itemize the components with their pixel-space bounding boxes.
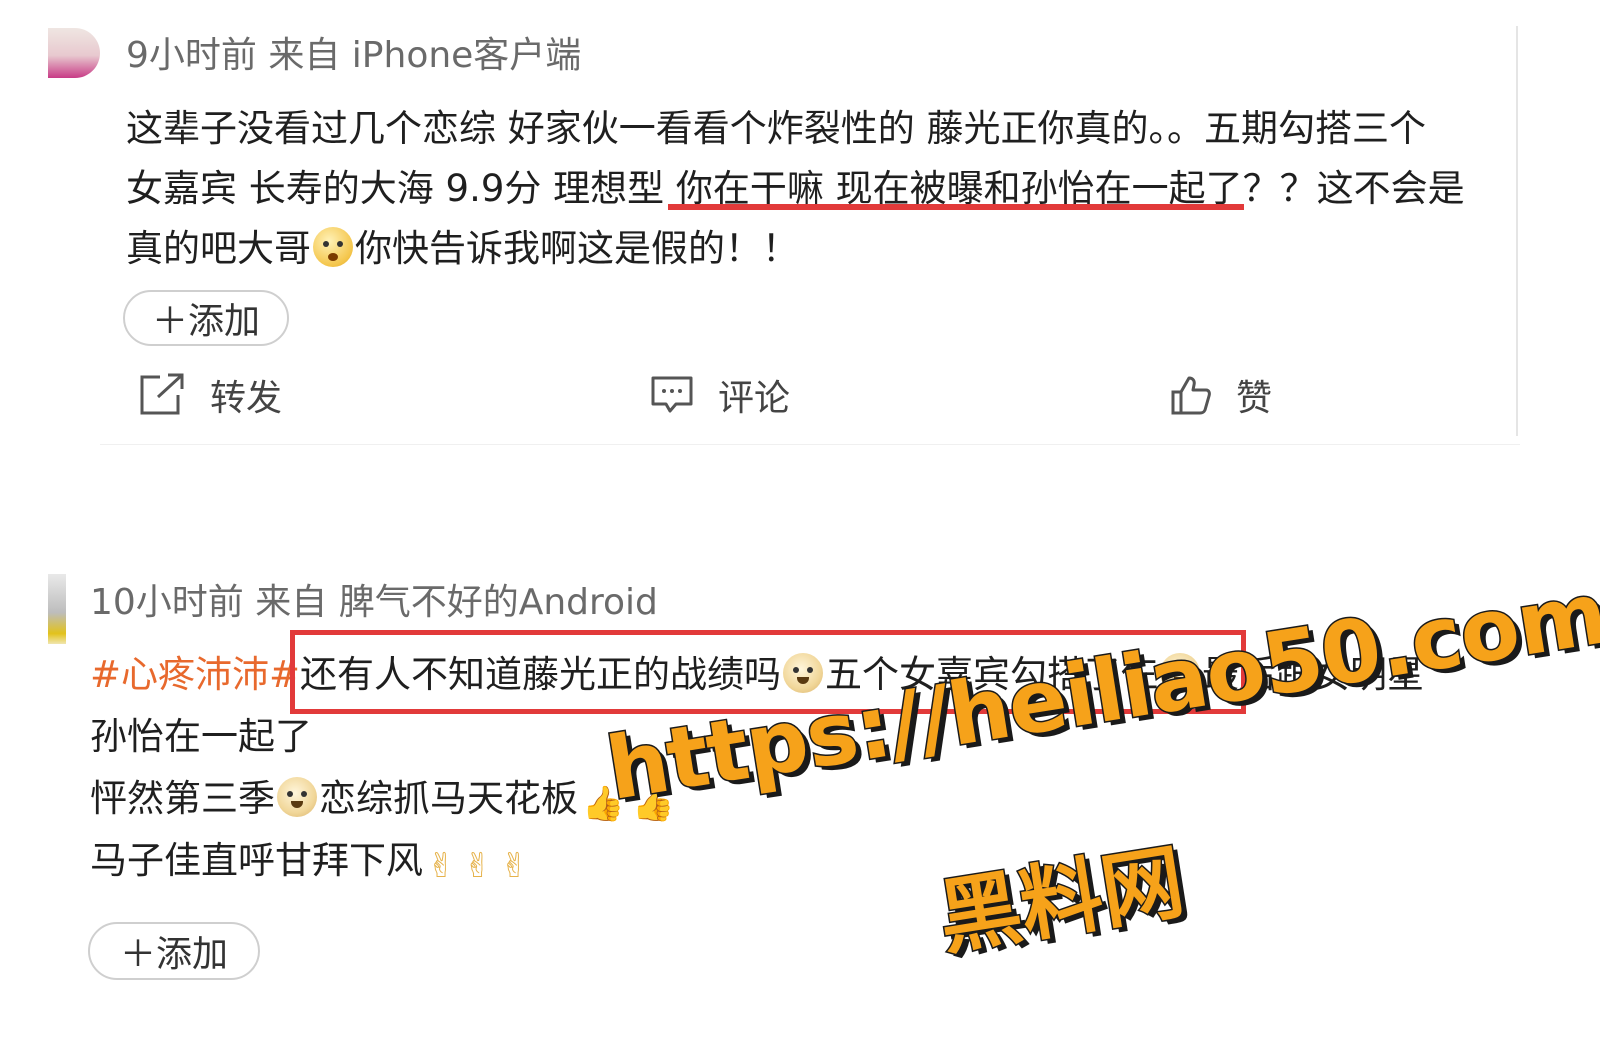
post-text-line: 真的吧大哥 你快告诉我啊这是假的！！ xyxy=(126,218,799,272)
post-text-segment: 恋综抓马天花板 xyxy=(319,777,578,820)
post-separator xyxy=(100,444,1520,445)
comment-button[interactable]: 评论 xyxy=(650,370,790,420)
post-text-line: 孙怡在一起了 xyxy=(90,715,312,758)
thumbs-up-icon xyxy=(1171,376,1211,415)
post-text-segment: 马子佳直呼甘拜下风 xyxy=(90,839,423,882)
comment-label: 评论 xyxy=(718,378,791,419)
post-text-line: 这辈子没看过几个恋综 好家伙一看看个炸裂性的 藤光正你真的。。五期勾搭三个 xyxy=(126,107,1427,150)
post-text-segment: 真的吧大哥 xyxy=(126,227,311,270)
comment-icon xyxy=(651,376,693,413)
share-icon xyxy=(140,373,184,415)
user-avatar[interactable] xyxy=(48,28,100,78)
victory-hand-emoji-icon: ✌ xyxy=(463,846,493,886)
post-meta: 9小时前 来自 iPhone客户端 xyxy=(126,35,582,76)
like-label: 赞 xyxy=(1236,378,1273,419)
user-avatar[interactable] xyxy=(48,574,66,644)
share-button[interactable]: 转发 xyxy=(138,370,282,420)
post-text-line: 怦然第三季 恋综抓马天花板 👍 👍 xyxy=(90,768,679,822)
victory-hand-emoji-icon: ✌ xyxy=(500,846,529,886)
panel-border xyxy=(1516,26,1518,436)
add-button[interactable]: ＋添加 xyxy=(88,922,260,980)
post-text-line: 马子佳直呼甘拜下风 ✌ ✌ ✌ xyxy=(90,830,533,884)
shocked-emoji-icon xyxy=(313,227,353,267)
post-text-segment: 怦然第三季 xyxy=(90,777,275,820)
topic-hashtag-link[interactable]: #心疼沛沛# xyxy=(90,653,300,696)
post-text-segment: 你快告诉我啊这是假的！！ xyxy=(355,227,799,270)
post-meta: 10小时前 来自 脾气不好的Android xyxy=(90,582,658,623)
doge-emoji-icon xyxy=(277,777,317,817)
add-button[interactable]: ＋添加 xyxy=(123,290,289,346)
red-underline-annotation xyxy=(668,204,1244,210)
victory-hand-emoji-icon: ✌ xyxy=(427,846,456,886)
watermark-site-name: 黑料网 xyxy=(931,833,1192,968)
share-label: 转发 xyxy=(210,378,283,419)
like-button[interactable]: 赞 xyxy=(1170,370,1272,420)
